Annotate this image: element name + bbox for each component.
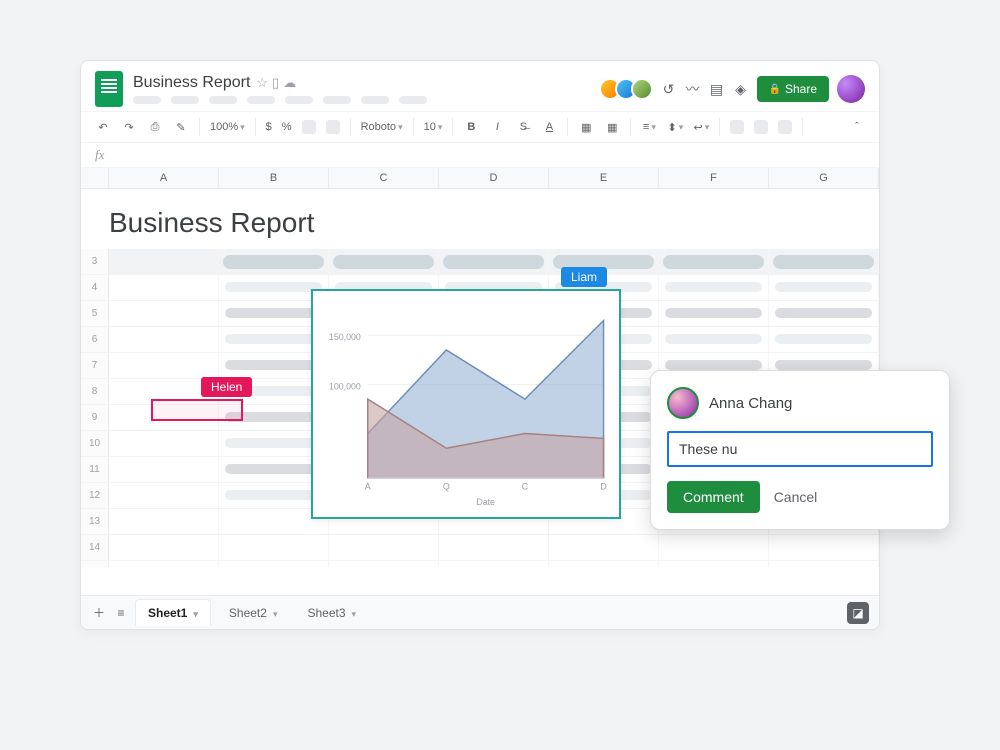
lock-icon: 🔒 (769, 84, 781, 95)
zoom-dropdown[interactable]: 100% (210, 121, 245, 133)
text-color-icon[interactable]: A (541, 119, 557, 135)
chart-ytick: 100,000 (329, 381, 361, 391)
wrap-icon[interactable]: ↩ (693, 119, 709, 135)
star-icon[interactable]: ☆ (256, 75, 268, 91)
row-number[interactable]: 15 (81, 561, 109, 567)
cursor-liam: Liam (561, 267, 607, 287)
sheets-logo-icon (95, 71, 123, 107)
col-header[interactable]: F (659, 168, 769, 188)
trend-icon[interactable]: 〰 (685, 81, 701, 97)
paint-icon[interactable]: ✎ (173, 119, 189, 135)
more-toolbar-icon3[interactable] (778, 120, 792, 134)
explore-button[interactable]: ◪ (847, 602, 869, 624)
row-number[interactable]: 8 (81, 379, 109, 404)
row-number[interactable]: 13 (81, 509, 109, 534)
toolbar: ↶ ↷ ⎙ ✎ 100% $ % Roboto 10 B I S̶ A ▦ ▦ … (81, 111, 879, 143)
redo-icon[interactable]: ↷ (121, 119, 137, 135)
move-icon[interactable]: ▯ (272, 75, 279, 91)
doc-title-wrap: Business Report ☆ ▯ ☁ (133, 74, 427, 104)
more-toolbar-icon2[interactable] (754, 120, 768, 134)
user-avatar[interactable] (837, 75, 865, 103)
row-number[interactable]: 5 (81, 301, 109, 326)
chart-xtick: D (600, 481, 606, 491)
row-number[interactable]: 10 (81, 431, 109, 456)
italic-icon[interactable]: I (489, 119, 505, 135)
chart-xtick: A (365, 481, 371, 491)
meet-icon[interactable]: ◈ (733, 81, 749, 97)
row-number[interactable]: 9 (81, 405, 109, 430)
all-sheets-icon[interactable]: ≡ (113, 605, 129, 621)
tab-sheet1[interactable]: Sheet1 (135, 599, 211, 626)
dec-decrease-icon[interactable] (302, 120, 316, 134)
app-window: Business Report ☆ ▯ ☁ ↺ 〰 ▤ ◈ 🔒 (80, 60, 880, 630)
menu-bar[interactable] (133, 96, 427, 104)
embedded-chart[interactable]: 150,000 100,000 A Q C D Date (311, 289, 621, 519)
tab-label: Sheet2 (229, 606, 267, 620)
comment-author: Anna Chang (709, 395, 792, 412)
row-number[interactable]: 11 (81, 457, 109, 482)
font-size-dropdown[interactable]: 10 (424, 121, 443, 133)
fx-bar[interactable]: fx (81, 143, 879, 168)
fill-color-icon[interactable]: ▦ (578, 119, 594, 135)
column-headers: A B C D E F G (81, 168, 879, 189)
cloud-icon[interactable]: ☁ (283, 75, 296, 91)
share-label: Share (785, 82, 817, 96)
collaborator-avatars[interactable] (605, 78, 653, 100)
percent-button[interactable]: % (282, 121, 292, 133)
chart-ytick: 150,000 (329, 332, 361, 342)
font-dropdown[interactable]: Roboto (361, 121, 403, 133)
col-header[interactable]: D (439, 168, 549, 188)
col-header[interactable]: A (109, 168, 219, 188)
chart-xtick: C (522, 481, 529, 491)
row-number[interactable]: 12 (81, 483, 109, 508)
comment-icon[interactable]: ▤ (709, 81, 725, 97)
valign-icon[interactable]: ⬍ (667, 119, 683, 135)
print-icon[interactable]: ⎙ (147, 119, 163, 135)
add-sheet-icon[interactable]: ＋ (91, 605, 107, 621)
table-row: 14 (81, 535, 879, 561)
col-header[interactable]: G (769, 168, 879, 188)
col-header[interactable]: E (549, 168, 659, 188)
comment-input[interactable] (667, 431, 933, 467)
share-button[interactable]: 🔒 Share (757, 76, 829, 102)
doc-title[interactable]: Business Report (133, 74, 250, 92)
table-header-row: 3 (81, 249, 879, 275)
col-header[interactable]: C (329, 168, 439, 188)
row-number[interactable]: 6 (81, 327, 109, 352)
tab-label: Sheet3 (307, 606, 345, 620)
chart-xtick: Q (443, 481, 450, 491)
row-number[interactable]: 3 (81, 249, 109, 274)
undo-icon[interactable]: ↶ (95, 119, 111, 135)
dec-increase-icon[interactable] (326, 120, 340, 134)
tab-sheet3[interactable]: Sheet3 (295, 600, 368, 626)
row-number[interactable]: 4 (81, 275, 109, 300)
bold-icon[interactable]: B (463, 119, 479, 135)
chart-xlabel: Date (476, 497, 495, 507)
strike-icon[interactable]: S̶ (515, 119, 531, 135)
comment-submit-button[interactable]: Comment (667, 481, 760, 513)
title-icons: ☆ ▯ ☁ (256, 75, 296, 91)
collapse-icon[interactable]: ˆ (849, 119, 865, 135)
comment-popup: Anna Chang Comment Cancel (650, 370, 950, 530)
table-row: 15 (81, 561, 879, 567)
selected-cell (151, 399, 243, 421)
row-number[interactable]: 7 (81, 353, 109, 378)
borders-icon[interactable]: ▦ (604, 119, 620, 135)
sheet-tabs: ＋ ≡ Sheet1 Sheet2 Sheet3 ◪ (81, 595, 879, 629)
comment-cancel-link[interactable]: Cancel (774, 489, 818, 505)
history-icon[interactable]: ↺ (661, 81, 677, 97)
tab-sheet2[interactable]: Sheet2 (217, 600, 290, 626)
row-number[interactable]: 14 (81, 535, 109, 560)
chart-svg: 150,000 100,000 A Q C D Date (313, 291, 619, 517)
currency-button[interactable]: $ (266, 121, 272, 133)
cursor-helen: Helen (201, 377, 252, 397)
sheet-title: Business Report (81, 189, 879, 249)
title-bar: Business Report ☆ ▯ ☁ ↺ 〰 ▤ ◈ 🔒 (81, 61, 879, 111)
col-header[interactable]: B (219, 168, 329, 188)
comment-avatar (667, 387, 699, 419)
more-toolbar-icon[interactable] (730, 120, 744, 134)
halign-icon[interactable]: ≡ (641, 119, 657, 135)
tab-label: Sheet1 (148, 606, 187, 620)
